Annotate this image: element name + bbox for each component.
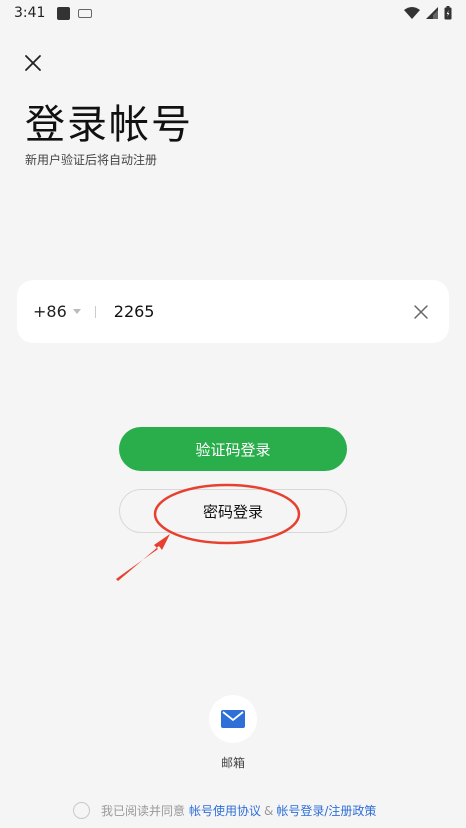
page-title: 登录帐号	[25, 102, 193, 148]
agreement-row: 我已阅读并同意 帐号使用协议 & 帐号登录/注册政策	[73, 802, 376, 819]
country-code-selector[interactable]: +86	[33, 302, 81, 321]
wifi-icon	[404, 6, 420, 19]
sms-login-button[interactable]: 验证码登录	[119, 427, 347, 471]
page-subtitle: 新用户验证后将自动注册	[25, 153, 158, 167]
country-code-label: +86	[33, 302, 67, 321]
status-bar: 3:41	[0, 0, 466, 26]
signal-icon	[426, 7, 438, 19]
agreement-separator: &	[264, 803, 274, 818]
input-divider	[94, 305, 96, 318]
phone-input-card: +86	[17, 280, 449, 343]
password-login-button[interactable]: 密码登录	[119, 489, 347, 533]
clear-icon[interactable]	[413, 304, 429, 320]
status-icons	[404, 6, 452, 20]
keyboard-icon	[78, 8, 93, 18]
mail-login-button[interactable]	[209, 695, 257, 743]
policy-link[interactable]: 帐号登录/注册政策	[276, 802, 376, 819]
close-icon[interactable]	[22, 52, 44, 74]
highlight-arrow	[116, 534, 170, 581]
mail-login-label: 邮箱	[220, 756, 245, 770]
terms-link[interactable]: 帐号使用协议	[189, 802, 261, 819]
phone-number-input[interactable]	[111, 301, 413, 322]
chevron-down-icon	[72, 309, 81, 314]
status-time: 3:41	[14, 5, 46, 21]
mail-icon	[221, 710, 245, 728]
battery-icon	[444, 6, 452, 20]
agreement-text: 我已阅读并同意	[101, 804, 186, 818]
notification-square-icon	[57, 6, 71, 20]
agreement-checkbox[interactable]	[73, 802, 90, 819]
